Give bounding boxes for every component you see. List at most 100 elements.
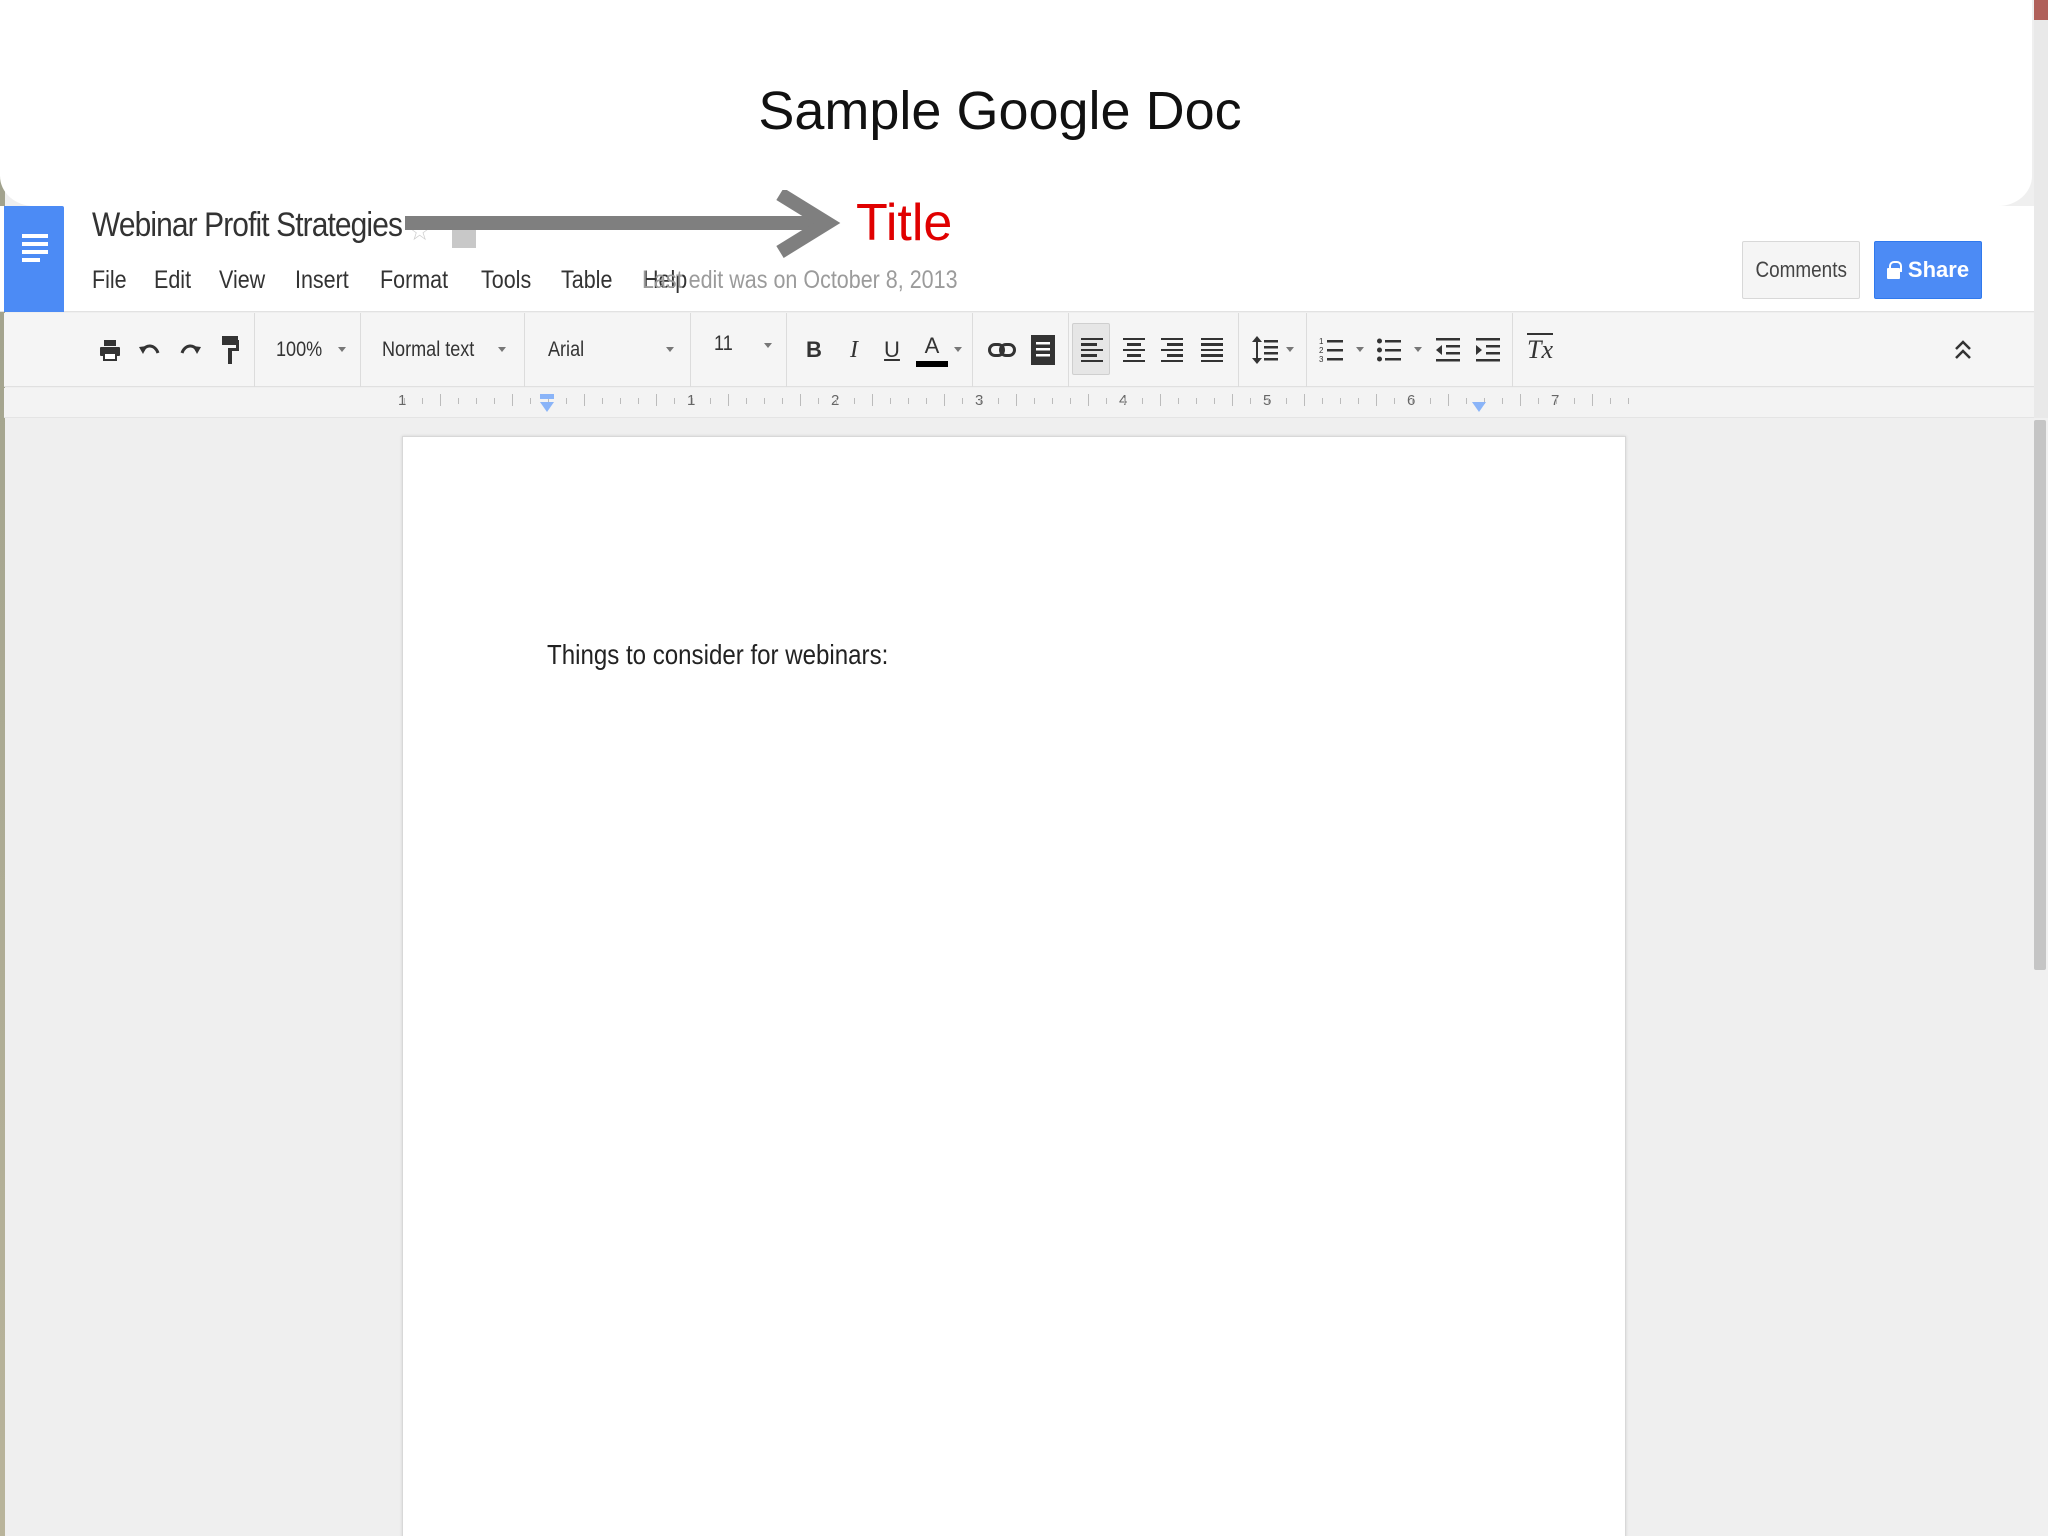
line-spacing-icon[interactable]	[1248, 313, 1282, 387]
ruler-tick	[566, 398, 567, 404]
ruler-tick	[1070, 398, 1071, 404]
document-page[interactable]: Things to consider for webinars:	[402, 436, 1626, 1536]
document-title[interactable]: Webinar Profit Strategies	[92, 206, 403, 245]
comment-icon[interactable]	[1026, 313, 1060, 387]
ruler-tick	[1232, 394, 1233, 406]
ruler-tick	[1142, 398, 1143, 404]
toolbar-separator	[254, 313, 255, 387]
text-color-label: A	[924, 333, 940, 358]
text-color-button[interactable]: A	[914, 313, 950, 387]
ruler-tick	[422, 398, 423, 404]
menu-view[interactable]: View	[219, 266, 265, 300]
style-caret-icon	[498, 347, 506, 352]
menu-file[interactable]: File	[92, 266, 127, 300]
ruler-tick	[602, 398, 603, 404]
toolbar-separator	[1068, 313, 1069, 387]
document-body-text[interactable]: Things to consider for webinars:	[547, 639, 888, 671]
numbered-list-caret-icon	[1356, 347, 1364, 352]
ruler-tick	[674, 398, 675, 404]
ruler-tick	[836, 398, 837, 404]
ruler-tick	[1376, 394, 1377, 406]
ruler-tick	[1304, 394, 1305, 406]
underline-button[interactable]: U	[878, 313, 906, 387]
redo-icon[interactable]	[174, 313, 206, 387]
svg-text:3: 3	[1319, 355, 1324, 364]
ruler-tick	[1592, 394, 1593, 406]
window-corner	[2034, 0, 2048, 20]
numbered-list-icon[interactable]: 123	[1314, 313, 1348, 387]
right-indent-marker[interactable]	[1472, 402, 1486, 412]
text-color-swatch	[916, 361, 948, 367]
toolbar-separator	[690, 313, 691, 387]
ruler-tick	[782, 398, 783, 404]
paint-format-icon[interactable]	[214, 313, 246, 387]
toolbar-separator	[1238, 313, 1239, 387]
ruler-tick	[404, 398, 405, 404]
share-button[interactable]: Share	[1874, 241, 1982, 299]
italic-button[interactable]: I	[840, 313, 868, 387]
ruler-tick	[710, 398, 711, 404]
ruler-tick	[1340, 398, 1341, 404]
ruler-tick	[1034, 398, 1035, 404]
style-select[interactable]: Normal text	[382, 313, 512, 387]
clear-formatting-label: Tx	[1527, 335, 1553, 364]
ruler-tick	[1628, 398, 1629, 404]
menu-format[interactable]: Format	[380, 266, 448, 300]
bold-button[interactable]: B	[800, 313, 828, 387]
scrollbar-thumb[interactable]	[2034, 420, 2046, 970]
docs-logo-icon[interactable]	[4, 206, 64, 312]
align-right-icon[interactable]	[1154, 313, 1190, 387]
ruler-tick	[1574, 398, 1575, 404]
decrease-indent-icon[interactable]	[1430, 313, 1466, 387]
toolbar-separator	[972, 313, 973, 387]
left-indent-marker[interactable]	[540, 402, 554, 412]
svg-text:2: 2	[1319, 346, 1324, 355]
clear-formatting-icon[interactable]: Tx	[1522, 313, 1558, 387]
align-left-icon[interactable]	[1074, 313, 1110, 387]
ruler-tick	[980, 398, 981, 404]
ruler-tick	[1412, 398, 1413, 404]
font-caret-icon	[666, 347, 674, 352]
ruler-tick	[1016, 394, 1017, 406]
menu-insert[interactable]: Insert	[295, 266, 349, 300]
bulleted-list-caret-icon	[1414, 347, 1422, 352]
comments-button[interactable]: Comments	[1742, 241, 1860, 299]
bulleted-list-icon[interactable]	[1372, 313, 1406, 387]
ruler-tick	[1538, 398, 1539, 404]
ruler-tick	[1358, 398, 1359, 404]
slide-title: Sample Google Doc	[758, 81, 1242, 141]
ruler-tick	[1610, 398, 1611, 404]
align-justify-icon[interactable]	[1194, 313, 1230, 387]
annotation-label: Title	[856, 194, 953, 252]
ruler-tick	[440, 394, 441, 406]
last-edit-status[interactable]: Last edit was on October 8, 2013	[642, 266, 958, 295]
ruler-tick	[818, 398, 819, 404]
undo-icon[interactable]	[134, 313, 166, 387]
menu-table[interactable]: Table	[561, 266, 612, 300]
ruler-tick	[800, 394, 801, 406]
align-center-icon[interactable]	[1116, 313, 1152, 387]
print-icon[interactable]	[94, 313, 126, 387]
ruler-tick	[620, 398, 621, 404]
ruler-tick	[944, 394, 945, 406]
ruler-tick	[746, 398, 747, 404]
collapse-icon[interactable]	[1948, 313, 1978, 387]
font-select[interactable]: Arial	[548, 313, 678, 387]
menu-edit[interactable]: Edit	[154, 266, 191, 300]
ruler-tick	[764, 398, 765, 404]
doc-header: Webinar Profit Strategies ☆ File Edit Vi…	[0, 206, 2034, 312]
ruler-tick	[854, 398, 855, 404]
ruler-tick	[1466, 398, 1467, 404]
first-line-indent-marker[interactable]	[540, 394, 554, 399]
increase-indent-icon[interactable]	[1470, 313, 1506, 387]
ruler-tick	[1322, 398, 1323, 404]
ruler-tick	[1520, 394, 1521, 406]
ruler-tick	[584, 394, 585, 406]
zoom-value: 100%	[276, 338, 323, 361]
ruler-tick	[1430, 398, 1431, 404]
menu-tools[interactable]: Tools	[481, 266, 531, 300]
ruler-tick	[476, 398, 477, 404]
line-spacing-caret-icon	[1286, 347, 1294, 352]
ruler-tick	[1088, 394, 1089, 406]
link-icon[interactable]	[984, 313, 1020, 387]
